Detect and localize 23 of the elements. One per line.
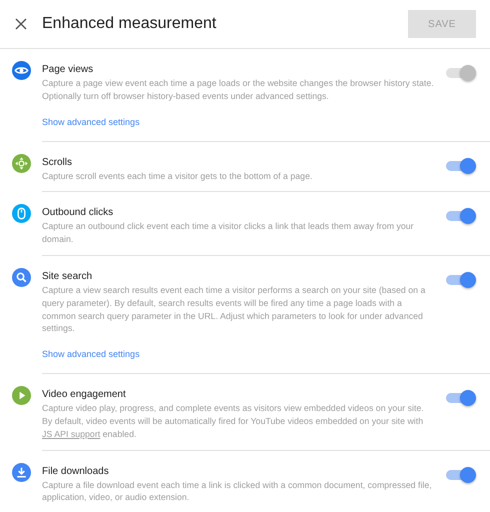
- advanced-settings-link[interactable]: Show advanced settings: [42, 349, 140, 360]
- dialog-title: Enhanced measurement: [42, 15, 218, 33]
- feature-description: Capture an outbound click event each time a visitor clicks a link that leads them away from your domain.: [42, 220, 415, 246]
- api-support-link[interactable]: JS API support: [42, 428, 100, 439]
- feature-description: Capture a view search results event each time a visitor performs a search on your site (based on a query parameter). By default, search results events will be fired any time a page loads with a common search query parameter in the URL. Adjust which parameters to look for under advanced settings.: [42, 284, 426, 336]
- feature-description: Capture scroll events each time a visitor gets to the bottom of a page.: [42, 170, 314, 182]
- feature-description: Capture a page view event each time a page loads or the website changes the browser history state. Optionally turn off browser history-based events under advanced settings.: [42, 77, 434, 103]
- advanced-settings-link[interactable]: Show advanced settings: [42, 116, 140, 127]
- toggle-switch[interactable]: [446, 65, 476, 81]
- toggle-switch[interactable]: [446, 466, 476, 483]
- close-icon[interactable]: [15, 18, 27, 30]
- toggle-switch[interactable]: [446, 272, 476, 288]
- feature-title: Outbound clicks: [42, 206, 114, 220]
- feature-title: Site search: [42, 270, 94, 284]
- toggle-switch[interactable]: [446, 390, 476, 406]
- feature-title: Page views: [42, 63, 94, 77]
- feature-title: Scrolls: [42, 156, 74, 170]
- toggle-switch[interactable]: [446, 208, 476, 224]
- feature-title: Video engagement: [42, 388, 127, 402]
- feature-title: File downloads: [42, 464, 110, 479]
- feature-description: Capture a file download event each time a link is clicked with a common document, compressed file, application, video, or audio extension.: [42, 478, 433, 504]
- toggle-switch[interactable]: [446, 158, 476, 174]
- feature-description: Capture video play, progress, and complete events as visitors view embedded videos on your site. By default, video events will be automatically fired for YouTube videos embedded on your site with JS API support enabled.: [42, 402, 425, 441]
